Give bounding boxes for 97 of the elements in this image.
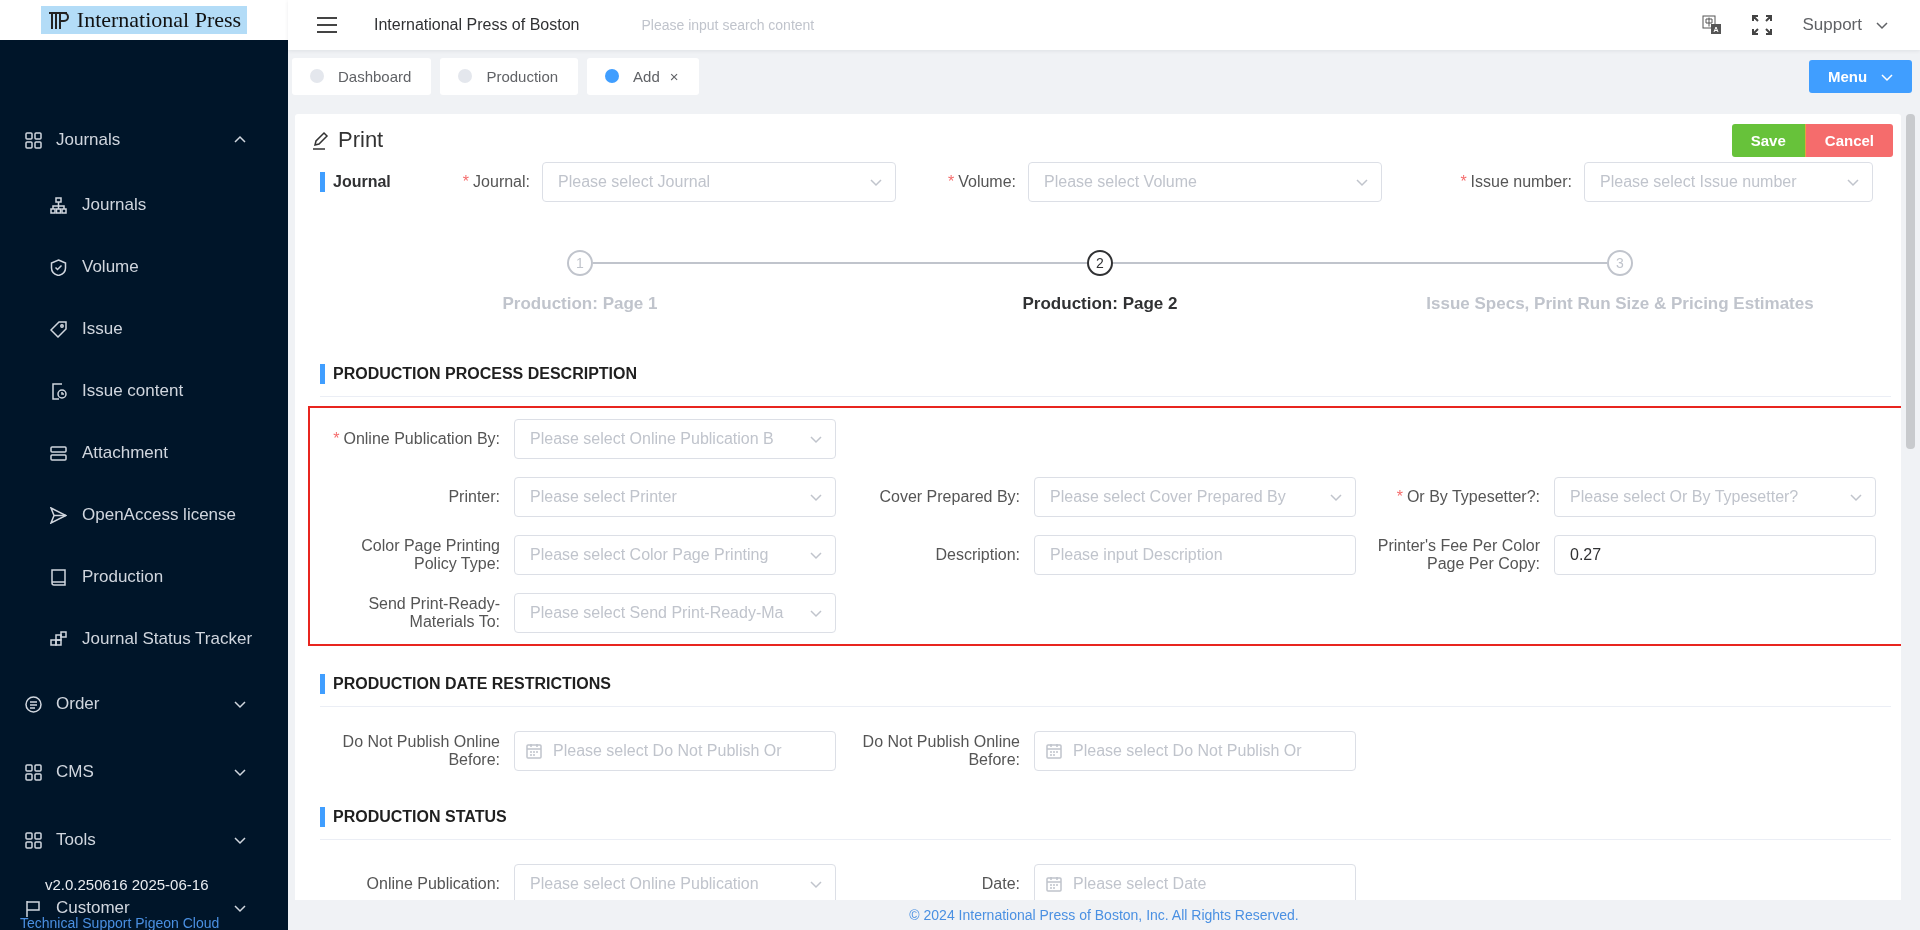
select-field[interactable]: Please select Issue number xyxy=(1584,162,1873,202)
blocks-icon xyxy=(50,630,67,648)
section-marker xyxy=(320,172,325,192)
sidebar-menu-item[interactable]: CMS xyxy=(0,763,288,781)
field-label: Date: xyxy=(981,874,1020,894)
section-title: PRODUCTION PROCESS DESCRIPTION xyxy=(333,365,638,383)
date-field[interactable]: Please select Date xyxy=(1034,864,1356,900)
sidebar-submenu-item[interactable]: OpenAccess license xyxy=(0,484,288,546)
field-label: Issue number: xyxy=(1470,173,1572,191)
sidebar-submenu-item[interactable]: Attachment xyxy=(0,422,288,484)
select-field[interactable]: Please select Online Publication xyxy=(514,864,836,900)
step-number: 2 xyxy=(1087,250,1113,276)
field-label: Printer's Fee Per Color Page Per Copy: xyxy=(1376,536,1540,574)
required-mark: * xyxy=(333,429,340,449)
select-field[interactable]: Please select Volume xyxy=(1028,162,1382,202)
menu-toggle-button[interactable] xyxy=(316,15,338,35)
sidebar-submenu-item[interactable]: Issue content xyxy=(0,360,288,422)
grid-icon xyxy=(25,131,42,149)
list-circle-icon xyxy=(25,695,42,713)
input-field[interactable]: Please input Description xyxy=(1034,535,1356,575)
logo-text: International Press xyxy=(76,7,242,33)
sidebar-menu-item[interactable]: Journals xyxy=(0,131,288,149)
copyright-text: © 2024 International Press of Boston, Inc. All Rights Reserved. xyxy=(909,907,1299,923)
sidebar-submenu-item[interactable]: Volume xyxy=(0,236,288,298)
sidebar-submenu-item[interactable]: Journal Status Tracker xyxy=(0,608,288,670)
field-label: Color Page Printing Policy Type: xyxy=(360,536,500,574)
site-title: International Press of Boston xyxy=(374,16,580,34)
grid-icon xyxy=(25,831,42,849)
support-link[interactable]: Technical Support Pigeon Cloud xyxy=(20,917,220,930)
required-mark: * xyxy=(1396,487,1403,507)
field-label: Cover Prepared By: xyxy=(879,487,1020,507)
field-label: Online Publication: xyxy=(366,874,500,894)
tag-icon xyxy=(50,320,67,338)
grid-icon xyxy=(25,763,42,781)
tab[interactable]: Production xyxy=(440,57,579,95)
tab[interactable]: Add × xyxy=(587,57,699,95)
section-marker xyxy=(320,364,325,384)
book-icon xyxy=(50,568,67,586)
flag-icon xyxy=(25,899,42,917)
sidebar-submenu-item[interactable]: Issue xyxy=(0,298,288,360)
date-field[interactable]: Please select Do Not Publish Or xyxy=(1034,731,1356,771)
select-field[interactable]: Please select Printer xyxy=(514,477,836,517)
step-label: Production: Page 1 xyxy=(502,294,658,314)
required-mark: * xyxy=(462,173,470,191)
select-field[interactable]: Please select Cover Prepared By xyxy=(1034,477,1356,517)
date-field[interactable]: Please select Do Not Publish Or xyxy=(514,731,836,771)
required-mark: * xyxy=(1460,173,1467,191)
logo-mark-icon xyxy=(46,10,71,30)
sidebar-menu-item[interactable]: Order xyxy=(0,695,288,713)
field-label: Journal: xyxy=(473,173,530,191)
send-icon xyxy=(50,506,67,524)
field-label: Send Print-Ready-Materials To: xyxy=(367,594,500,632)
select-field[interactable]: Please select Or By Typesetter? xyxy=(1554,477,1876,517)
sidebar-menu-item[interactable]: Customer xyxy=(0,899,288,917)
page-title: Print xyxy=(338,127,384,153)
required-mark: * xyxy=(947,173,955,191)
status-dot-icon xyxy=(458,69,473,83)
field-label: Volume: xyxy=(958,173,1016,191)
fullscreen-button[interactable] xyxy=(1752,15,1773,35)
step-label: Issue Specs, Print Run Size & Pricing Estimates xyxy=(1426,294,1814,314)
close-button[interactable]: × xyxy=(669,67,679,85)
tab[interactable]: Dashboard xyxy=(292,57,432,95)
scrollbar[interactable] xyxy=(1906,114,1915,449)
sidebar-submenu-item[interactable]: Production xyxy=(0,546,288,608)
select-field[interactable]: Please select Online Publication B xyxy=(514,419,836,459)
translate-button[interactable] xyxy=(1702,15,1723,35)
panels-icon xyxy=(50,444,67,462)
field-label: Online Publication By: xyxy=(343,429,500,449)
document-clock-icon xyxy=(50,382,67,400)
section-marker xyxy=(320,674,325,694)
input-field[interactable]: 0.27 xyxy=(1554,535,1876,575)
status-dot-icon xyxy=(310,69,324,83)
field-label: Do Not Publish Online Before: xyxy=(861,732,1020,770)
fullscreen-icon xyxy=(1752,15,1773,35)
field-label: Or By Typesetter?: xyxy=(1406,487,1540,507)
field-label: Description: xyxy=(935,545,1020,565)
step-label: Production: Page 2 xyxy=(1022,294,1178,314)
step-number: 3 xyxy=(1607,250,1633,276)
status-dot-icon xyxy=(605,69,620,83)
shield-check-icon xyxy=(50,258,67,276)
support-menu-button[interactable]: Support xyxy=(1802,15,1890,35)
translate-icon xyxy=(1702,15,1723,35)
section-title: PRODUCTION STATUS xyxy=(333,808,507,826)
field-label: Do Not Publish Online Before: xyxy=(341,732,500,770)
select-field[interactable]: Please select Send Print-Ready-Ma xyxy=(514,593,836,633)
sidebar-submenu-item[interactable]: Journals xyxy=(0,174,288,236)
sitemap-icon xyxy=(50,196,67,214)
step-number: 1 xyxy=(567,250,593,276)
sidebar-menu-item[interactable]: Tools xyxy=(0,831,288,849)
select-field[interactable]: Please select Color Page Printing xyxy=(514,535,836,575)
section-title: Journal xyxy=(333,173,391,191)
menu-icon xyxy=(316,15,338,35)
section-title: PRODUCTION DATE RESTRICTIONS xyxy=(333,675,611,693)
section-marker xyxy=(320,807,325,827)
select-field[interactable]: Please select Journal xyxy=(542,162,896,202)
pencil-icon xyxy=(312,130,330,150)
field-label: Printer: xyxy=(448,487,500,507)
